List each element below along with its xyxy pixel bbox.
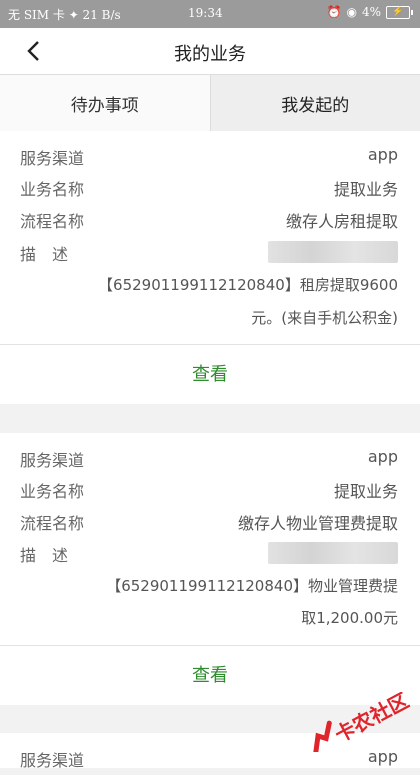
process-label: 流程名称	[20, 208, 84, 232]
business-value: 提取业务	[334, 478, 398, 502]
watermark-logo-icon: 卡农社区	[302, 692, 412, 752]
status-right: ⏰ ◉ 4% ⚡	[327, 5, 410, 19]
channel-value: app	[368, 447, 398, 466]
alarm-icon: ⏰	[327, 5, 342, 19]
battery-icon: ⚡	[386, 6, 410, 19]
redacted-name	[268, 542, 398, 564]
tab-bar: 待办事项 我发起的	[0, 74, 420, 132]
tab-todo[interactable]: 待办事项	[0, 75, 211, 131]
description-line-2: 元。(来自手机公积金)	[251, 302, 398, 334]
status-bar: 无 SIM 卡 ✦ 21 B/s 19:34 ⏰ ◉ 4% ⚡	[0, 0, 420, 28]
process-value: 缴存人物业管理费提取	[238, 510, 398, 534]
description-line-1: 【652901199112120840】物业管理费提	[106, 570, 398, 602]
business-card: 服务渠道 app 业务名称 提取业务 流程名称 缴存人物业管理费提取 描 述 【…	[0, 433, 420, 705]
row-business: 业务名称 提取业务	[20, 478, 398, 506]
channel-value: app	[368, 145, 398, 164]
process-label: 流程名称	[20, 510, 84, 534]
status-time: 19:34	[188, 6, 223, 20]
channel-label: 服务渠道	[20, 145, 84, 169]
kanong-watermark: 卡农社区	[302, 692, 412, 752]
battery-percent: 4%	[362, 5, 381, 19]
description-line-1: 【652901199112120840】租房提取9600	[98, 269, 398, 301]
description-label: 描 述	[20, 542, 68, 566]
description-line-2: 取1,200.00元	[301, 602, 398, 634]
row-process: 流程名称 缴存人房租提取	[20, 208, 398, 236]
row-process: 流程名称 缴存人物业管理费提取	[20, 510, 398, 538]
business-value: 提取业务	[334, 176, 398, 200]
channel-label: 服务渠道	[20, 447, 84, 471]
status-left: 无 SIM 卡 ✦ 21 B/s	[8, 6, 121, 23]
watermark-text: 卡农社区	[331, 692, 412, 747]
business-card: 服务渠道 app 业务名称 提取业务 流程名称 缴存人房租提取 描 述 【652…	[0, 131, 420, 404]
card-gap	[0, 404, 420, 433]
row-business: 业务名称 提取业务	[20, 176, 398, 204]
row-channel: 服务渠道 app	[20, 447, 398, 475]
channel-label: 服务渠道	[20, 747, 84, 771]
process-value: 缴存人房租提取	[286, 208, 398, 232]
tab-initiated[interactable]: 我发起的	[211, 75, 420, 131]
view-button[interactable]: 查看	[0, 345, 420, 401]
row-channel: 服务渠道 app	[20, 145, 398, 173]
business-label: 业务名称	[20, 478, 84, 502]
page-title: 我的业务	[0, 40, 420, 66]
redacted-name	[268, 241, 398, 263]
business-label: 业务名称	[20, 176, 84, 200]
description-label: 描 述	[20, 241, 68, 265]
header: 我的业务	[0, 28, 420, 74]
lock-icon: ◉	[346, 5, 356, 19]
